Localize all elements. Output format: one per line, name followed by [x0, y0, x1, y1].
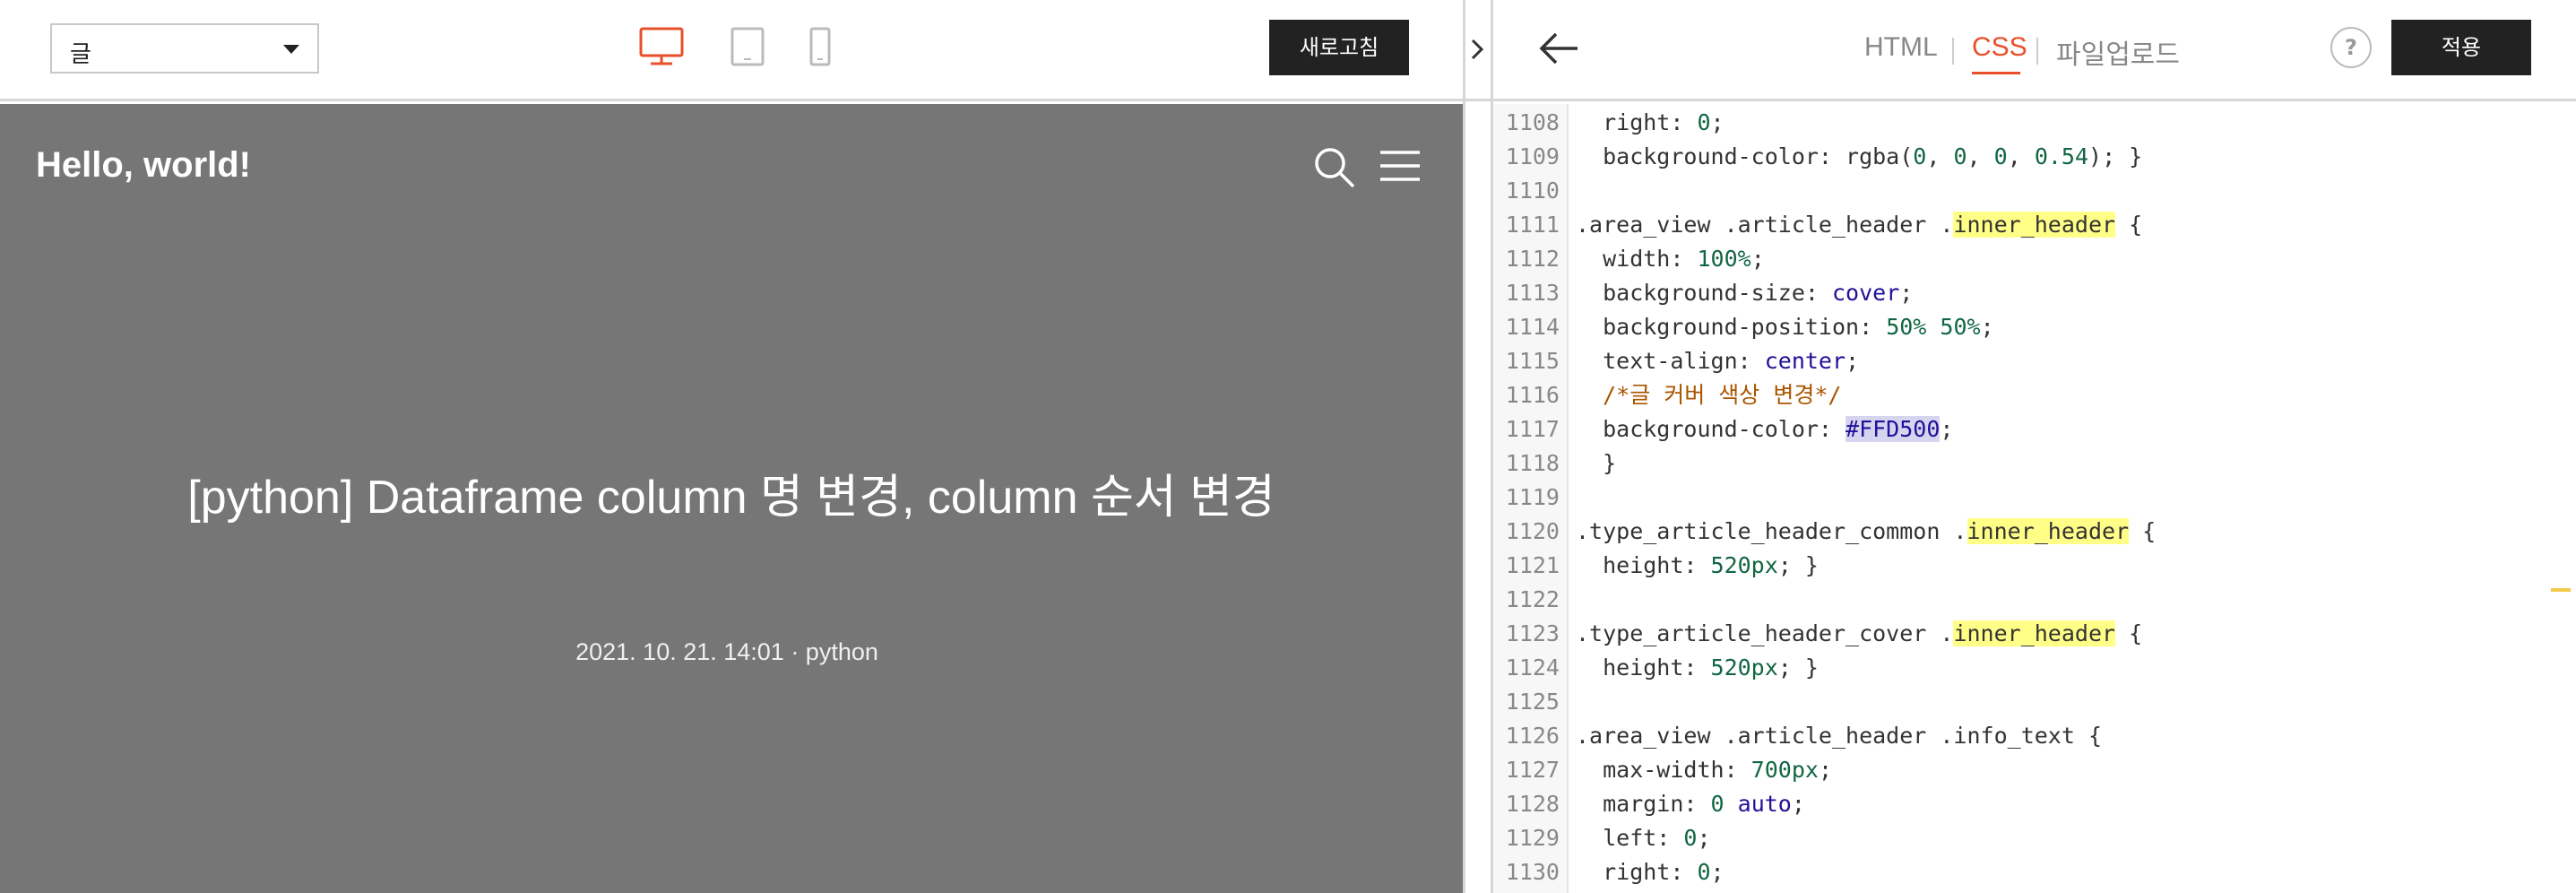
blog-title[interactable]: Hello, world!	[36, 145, 251, 186]
code-line[interactable]: 1109 background-color: rgba(0, 0, 0, 0.5…	[1493, 140, 2560, 174]
chevron-down-icon	[283, 45, 299, 54]
code-line[interactable]: 1130 right: 0;	[1493, 855, 2560, 889]
pane-splitter[interactable]	[1463, 0, 1493, 893]
code-line[interactable]: 1122	[1493, 583, 2560, 617]
page-type-select-value: 글	[70, 41, 91, 68]
line-code-text: text-align: center;	[1576, 348, 1860, 374]
code-line[interactable]: 1118 }	[1493, 446, 2560, 481]
page-type-select[interactable]: 글	[50, 23, 319, 74]
line-number: 1120	[1505, 518, 1560, 544]
apply-button[interactable]: 적용	[2391, 20, 2531, 75]
code-line[interactable]: 1110	[1493, 174, 2560, 208]
menu-icon[interactable]	[1379, 149, 1422, 188]
line-number: 1108	[1505, 109, 1560, 135]
line-number: 1121	[1505, 552, 1560, 578]
line-number: 1130	[1505, 859, 1560, 885]
line-number: 1128	[1505, 791, 1560, 817]
line-code-text: right: 0;	[1576, 109, 1725, 135]
line-number: 1110	[1505, 178, 1560, 204]
line-number: 1129	[1505, 825, 1560, 851]
line-code-text: background-color: rgba(0, 0, 0, 0.54); }	[1576, 143, 2143, 169]
code-line[interactable]: 1111 .area_view .article_header .inner_he…	[1493, 208, 2560, 242]
code-line[interactable]: 1115 text-align: center;	[1493, 344, 2560, 378]
code-line[interactable]: 1123 .type_article_header_cover .inner_he…	[1493, 617, 2560, 651]
line-code-text: left: 0;	[1576, 825, 1711, 851]
line-code-text: /*글 커버 색상 변경*/	[1576, 382, 1842, 408]
line-code-text: height: 520px; }	[1576, 655, 1819, 681]
line-number: 1111	[1505, 212, 1560, 238]
preview-pane: 글 새로고침 Hello, world! [python] Dataframe …	[0, 0, 1463, 893]
preview-toolbar: 글 새로고침	[0, 0, 1463, 101]
tablet-icon[interactable]	[730, 25, 765, 72]
code-line[interactable]: 1129 left: 0;	[1493, 821, 2560, 855]
line-code-text: height: 520px; }	[1576, 552, 1819, 578]
line-code-text: background-position: 50% 50%;	[1576, 314, 1994, 340]
line-code-text: right: 0;	[1576, 859, 1725, 885]
line-number: 1112	[1505, 246, 1560, 272]
line-number: 1123	[1505, 620, 1560, 646]
line-number: 1125	[1505, 689, 1560, 715]
line-number: 1122	[1505, 586, 1560, 612]
line-number: 1113	[1505, 280, 1560, 306]
code-line[interactable]: 1114 background-position: 50% 50%;	[1493, 310, 2560, 344]
line-code-text: .area_view .article_header .info_text {	[1576, 723, 2102, 749]
tab-divider	[1952, 38, 1954, 65]
code-line[interactable]: 1112 width: 100%;	[1493, 242, 2560, 276]
line-number: 1114	[1505, 314, 1560, 340]
tab-css[interactable]: CSS	[1972, 32, 2027, 63]
css-code-editor[interactable]: 1108 right: 0; 1109 background-color: rgb…	[1493, 104, 2576, 893]
code-line[interactable]: 1125	[1493, 685, 2560, 719]
post-title: [python] Dataframe column 명 변경, column 순…	[187, 472, 1275, 524]
line-number: 1126	[1505, 723, 1560, 749]
line-code-text: max-width: 700px;	[1576, 757, 1832, 783]
tab-html[interactable]: HTML	[1864, 32, 1938, 63]
line-number: 1127	[1505, 757, 1560, 783]
code-line[interactable]: 1128 margin: 0 auto;	[1493, 787, 2560, 821]
line-number: 1109	[1505, 143, 1560, 169]
refresh-button[interactable]: 새로고침	[1269, 20, 1409, 75]
chevron-right-icon[interactable]	[1463, 0, 1493, 101]
code-line[interactable]: 1119	[1493, 481, 2560, 515]
active-tab-indicator	[1972, 72, 2020, 74]
back-arrow-icon[interactable]	[1538, 27, 1581, 74]
code-line[interactable]: 1121 height: 520px; }	[1493, 549, 2560, 583]
line-code-text: }	[1576, 450, 1617, 476]
code-line[interactable]: 1126 .area_view .article_header .info_tex…	[1493, 719, 2560, 753]
tab-divider	[2036, 38, 2038, 65]
tab-file-upload[interactable]: 파일업로드	[2056, 32, 2180, 72]
blog-preview: Hello, world! [python] Dataframe column …	[0, 104, 1463, 893]
code-line[interactable]: 1116 /*글 커버 색상 변경*/	[1493, 378, 2560, 412]
line-code-text: margin: 0 auto;	[1576, 791, 1805, 817]
search-icon[interactable]	[1312, 145, 1357, 194]
mobile-icon[interactable]	[807, 25, 834, 72]
code-line[interactable]: 1117 background-color: #FFD500;	[1493, 412, 2560, 446]
line-code-text: width: 100%;	[1576, 246, 1765, 272]
line-number: 1124	[1505, 655, 1560, 681]
line-number: 1119	[1505, 484, 1560, 510]
line-number: 1117	[1505, 416, 1560, 442]
code-line[interactable]: 1108 right: 0;	[1493, 106, 2560, 140]
line-number: 1116	[1505, 382, 1560, 408]
line-code-text: background-size: cover;	[1576, 280, 1914, 306]
editor-pane: HTML CSS 파일업로드 ? 적용 1108 right: 0; 1109 b…	[1493, 0, 2576, 893]
line-code-text: background-color: #FFD500;	[1576, 416, 1954, 442]
line-number: 1118	[1505, 450, 1560, 476]
line-code-text: .area_view .article_header .inner_header…	[1576, 212, 2143, 238]
desktop-icon[interactable]	[638, 25, 685, 72]
post-meta: 2021. 10. 21. 14:01 · python	[575, 638, 878, 665]
code-line[interactable]: 1120 .type_article_header_common .inner_h…	[1493, 515, 2560, 549]
code-line[interactable]: 1127 max-width: 700px;	[1493, 753, 2560, 787]
code-line[interactable]: 1124 height: 520px; }	[1493, 651, 2560, 685]
line-number: 1115	[1505, 348, 1560, 374]
scrollbar-match-marker	[2551, 588, 2571, 592]
line-code-text: .type_article_header_common .inner_heade…	[1576, 518, 2157, 544]
editor-toolbar: HTML CSS 파일업로드 ? 적용	[1493, 0, 2576, 101]
line-code-text: .type_article_header_cover .inner_header…	[1576, 620, 2143, 646]
code-line[interactable]: 1113 background-size: cover;	[1493, 276, 2560, 310]
help-button[interactable]: ?	[2330, 27, 2372, 68]
